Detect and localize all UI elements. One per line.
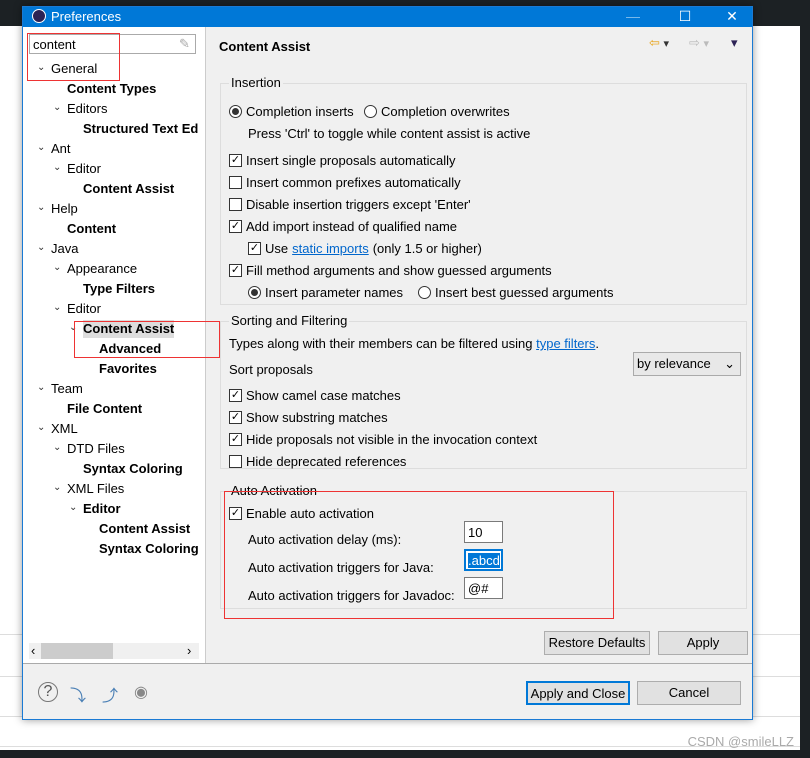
chevron-down-icon: ⌄: [724, 356, 735, 371]
apply-button[interactable]: Apply: [658, 631, 748, 655]
close-button[interactable]: ✕: [717, 7, 747, 27]
chevron-down-icon[interactable]: ⌄: [53, 162, 61, 173]
tree-item[interactable]: Content: [67, 220, 116, 238]
eclipse-icon: [32, 9, 46, 23]
scroll-right-icon[interactable]: ›: [187, 643, 191, 658]
tree-item[interactable]: Editor: [67, 160, 101, 178]
chevron-down-icon[interactable]: ⌄: [37, 422, 45, 433]
parameter-names-radio[interactable]: Insert parameter names: [248, 285, 403, 300]
horizontal-scrollbar[interactable]: ‹ ›: [29, 643, 199, 659]
watermark: CSDN @smileLLZ: [687, 734, 794, 749]
disable-triggers-checkbox[interactable]: Disable insertion triggers except 'Enter…: [229, 197, 471, 212]
tree-item[interactable]: Editors: [67, 100, 107, 118]
tree-item[interactable]: XML: [51, 420, 78, 438]
export-icon[interactable]: ⤴: [100, 682, 120, 705]
tree-item[interactable]: Java: [51, 240, 78, 258]
annotation-box: [74, 321, 220, 358]
tree-item[interactable]: File Content: [67, 400, 142, 418]
completion-overwrites-radio[interactable]: Completion overwrites: [364, 104, 510, 119]
common-prefixes-checkbox[interactable]: Insert common prefixes automatically: [229, 175, 461, 190]
sorting-group: Sorting and Filtering Types along with t…: [220, 313, 747, 469]
chevron-down-icon[interactable]: ⌄: [53, 102, 61, 113]
minimize-button[interactable]: —: [618, 7, 648, 27]
restore-defaults-button[interactable]: Restore Defaults: [544, 631, 650, 655]
camel-case-checkbox[interactable]: ✓ Show camel case matches: [229, 388, 401, 403]
annotation-box: [224, 491, 614, 619]
scroll-left-icon[interactable]: ‹: [31, 643, 35, 658]
tree-item[interactable]: DTD Files: [67, 440, 125, 458]
tree-item[interactable]: Content Assist: [99, 520, 190, 538]
hide-deprecated-checkbox[interactable]: Hide deprecated references: [229, 454, 406, 469]
chevron-down-icon[interactable]: ⌄: [37, 242, 45, 253]
menu-icon[interactable]: ▾: [731, 35, 738, 51]
tree-item[interactable]: XML Files: [67, 480, 124, 498]
insertion-group: Insertion Completion inserts Completion …: [220, 75, 747, 305]
filter-text: Types along with their members can be fi…: [229, 336, 599, 351]
fill-arguments-checkbox[interactable]: ✓ Fill method arguments and show guessed …: [229, 263, 552, 278]
tree-item[interactable]: Editor: [83, 500, 121, 518]
apply-and-close-button[interactable]: Apply and Close: [526, 681, 630, 705]
chevron-down-icon[interactable]: ⌄: [69, 502, 77, 513]
import-icon[interactable]: ⤵: [68, 682, 88, 705]
chevron-down-icon[interactable]: ⌄: [37, 142, 45, 153]
sort-proposals-select[interactable]: by relevance ⌄: [633, 352, 741, 376]
tree-item[interactable]: Appearance: [67, 260, 137, 278]
record-icon[interactable]: ◉: [131, 682, 151, 702]
back-icon[interactable]: ⇦ ▾: [649, 35, 669, 51]
tree-item[interactable]: Team: [51, 380, 83, 398]
best-guessed-radio[interactable]: Insert best guessed arguments: [418, 285, 614, 300]
tree-item[interactable]: Help: [51, 200, 78, 218]
sort-label: Sort proposals: [229, 362, 313, 377]
substring-checkbox[interactable]: ✓ Show substring matches: [229, 410, 388, 425]
window-title: Preferences: [51, 9, 122, 24]
tree-item[interactable]: Favorites: [99, 360, 157, 378]
type-filters-link[interactable]: type filters: [536, 336, 595, 351]
page-title: Content Assist: [219, 39, 311, 54]
single-proposals-checkbox[interactable]: ✓ Insert single proposals automatically: [229, 153, 456, 168]
help-icon[interactable]: ?: [38, 682, 58, 702]
tree-item[interactable]: Syntax Coloring: [83, 460, 183, 478]
cancel-button[interactable]: Cancel: [637, 681, 741, 705]
maximize-button[interactable]: ☐: [670, 7, 700, 27]
title-bar: Preferences — ☐ ✕: [23, 7, 752, 27]
tree-item[interactable]: Structured Text Ed: [83, 120, 198, 138]
preferences-dialog: Preferences — ☐ ✕ ✎ ⌄GeneralContent Type…: [22, 6, 753, 720]
use-static-imports-checkbox[interactable]: ✓ Use static imports (only 1.5 or higher): [248, 241, 482, 256]
content-assist-page: Content Assist ⇦ ▾ ⇨ ▾ ▾ Insertion Compl…: [207, 27, 753, 663]
group-label: Sorting and Filtering: [229, 313, 350, 328]
forward-icon[interactable]: ⇨ ▾: [689, 35, 709, 51]
annotation-box: [27, 33, 120, 81]
tree-item[interactable]: Content Types: [67, 80, 156, 98]
tree-item[interactable]: Content Assist: [83, 180, 174, 198]
tree-item[interactable]: Syntax Coloring: [99, 540, 199, 558]
hide-not-visible-checkbox[interactable]: ✓ Hide proposals not visible in the invoc…: [229, 432, 537, 447]
group-label: Insertion: [229, 75, 283, 90]
chevron-down-icon[interactable]: ⌄: [37, 382, 45, 393]
chevron-down-icon[interactable]: ⌄: [53, 482, 61, 493]
clear-icon[interactable]: ✎: [179, 36, 190, 52]
button-bar: ? ⤵ ⤴ ◉ Apply and Close Cancel: [23, 663, 752, 721]
chevron-down-icon[interactable]: ⌄: [53, 262, 61, 273]
chevron-down-icon[interactable]: ⌄: [53, 442, 61, 453]
toggle-hint: Press 'Ctrl' to toggle while content ass…: [248, 126, 531, 141]
chevron-down-icon[interactable]: ⌄: [53, 302, 61, 313]
static-imports-link[interactable]: static imports: [292, 241, 369, 256]
add-import-checkbox[interactable]: ✓ Add import instead of qualified name: [229, 219, 457, 234]
completion-inserts-radio[interactable]: Completion inserts: [229, 104, 354, 119]
tree-item[interactable]: Ant: [51, 140, 71, 158]
tree-item[interactable]: Type Filters: [83, 280, 155, 298]
tree-item[interactable]: Editor: [67, 300, 101, 318]
chevron-down-icon[interactable]: ⌄: [37, 202, 45, 213]
